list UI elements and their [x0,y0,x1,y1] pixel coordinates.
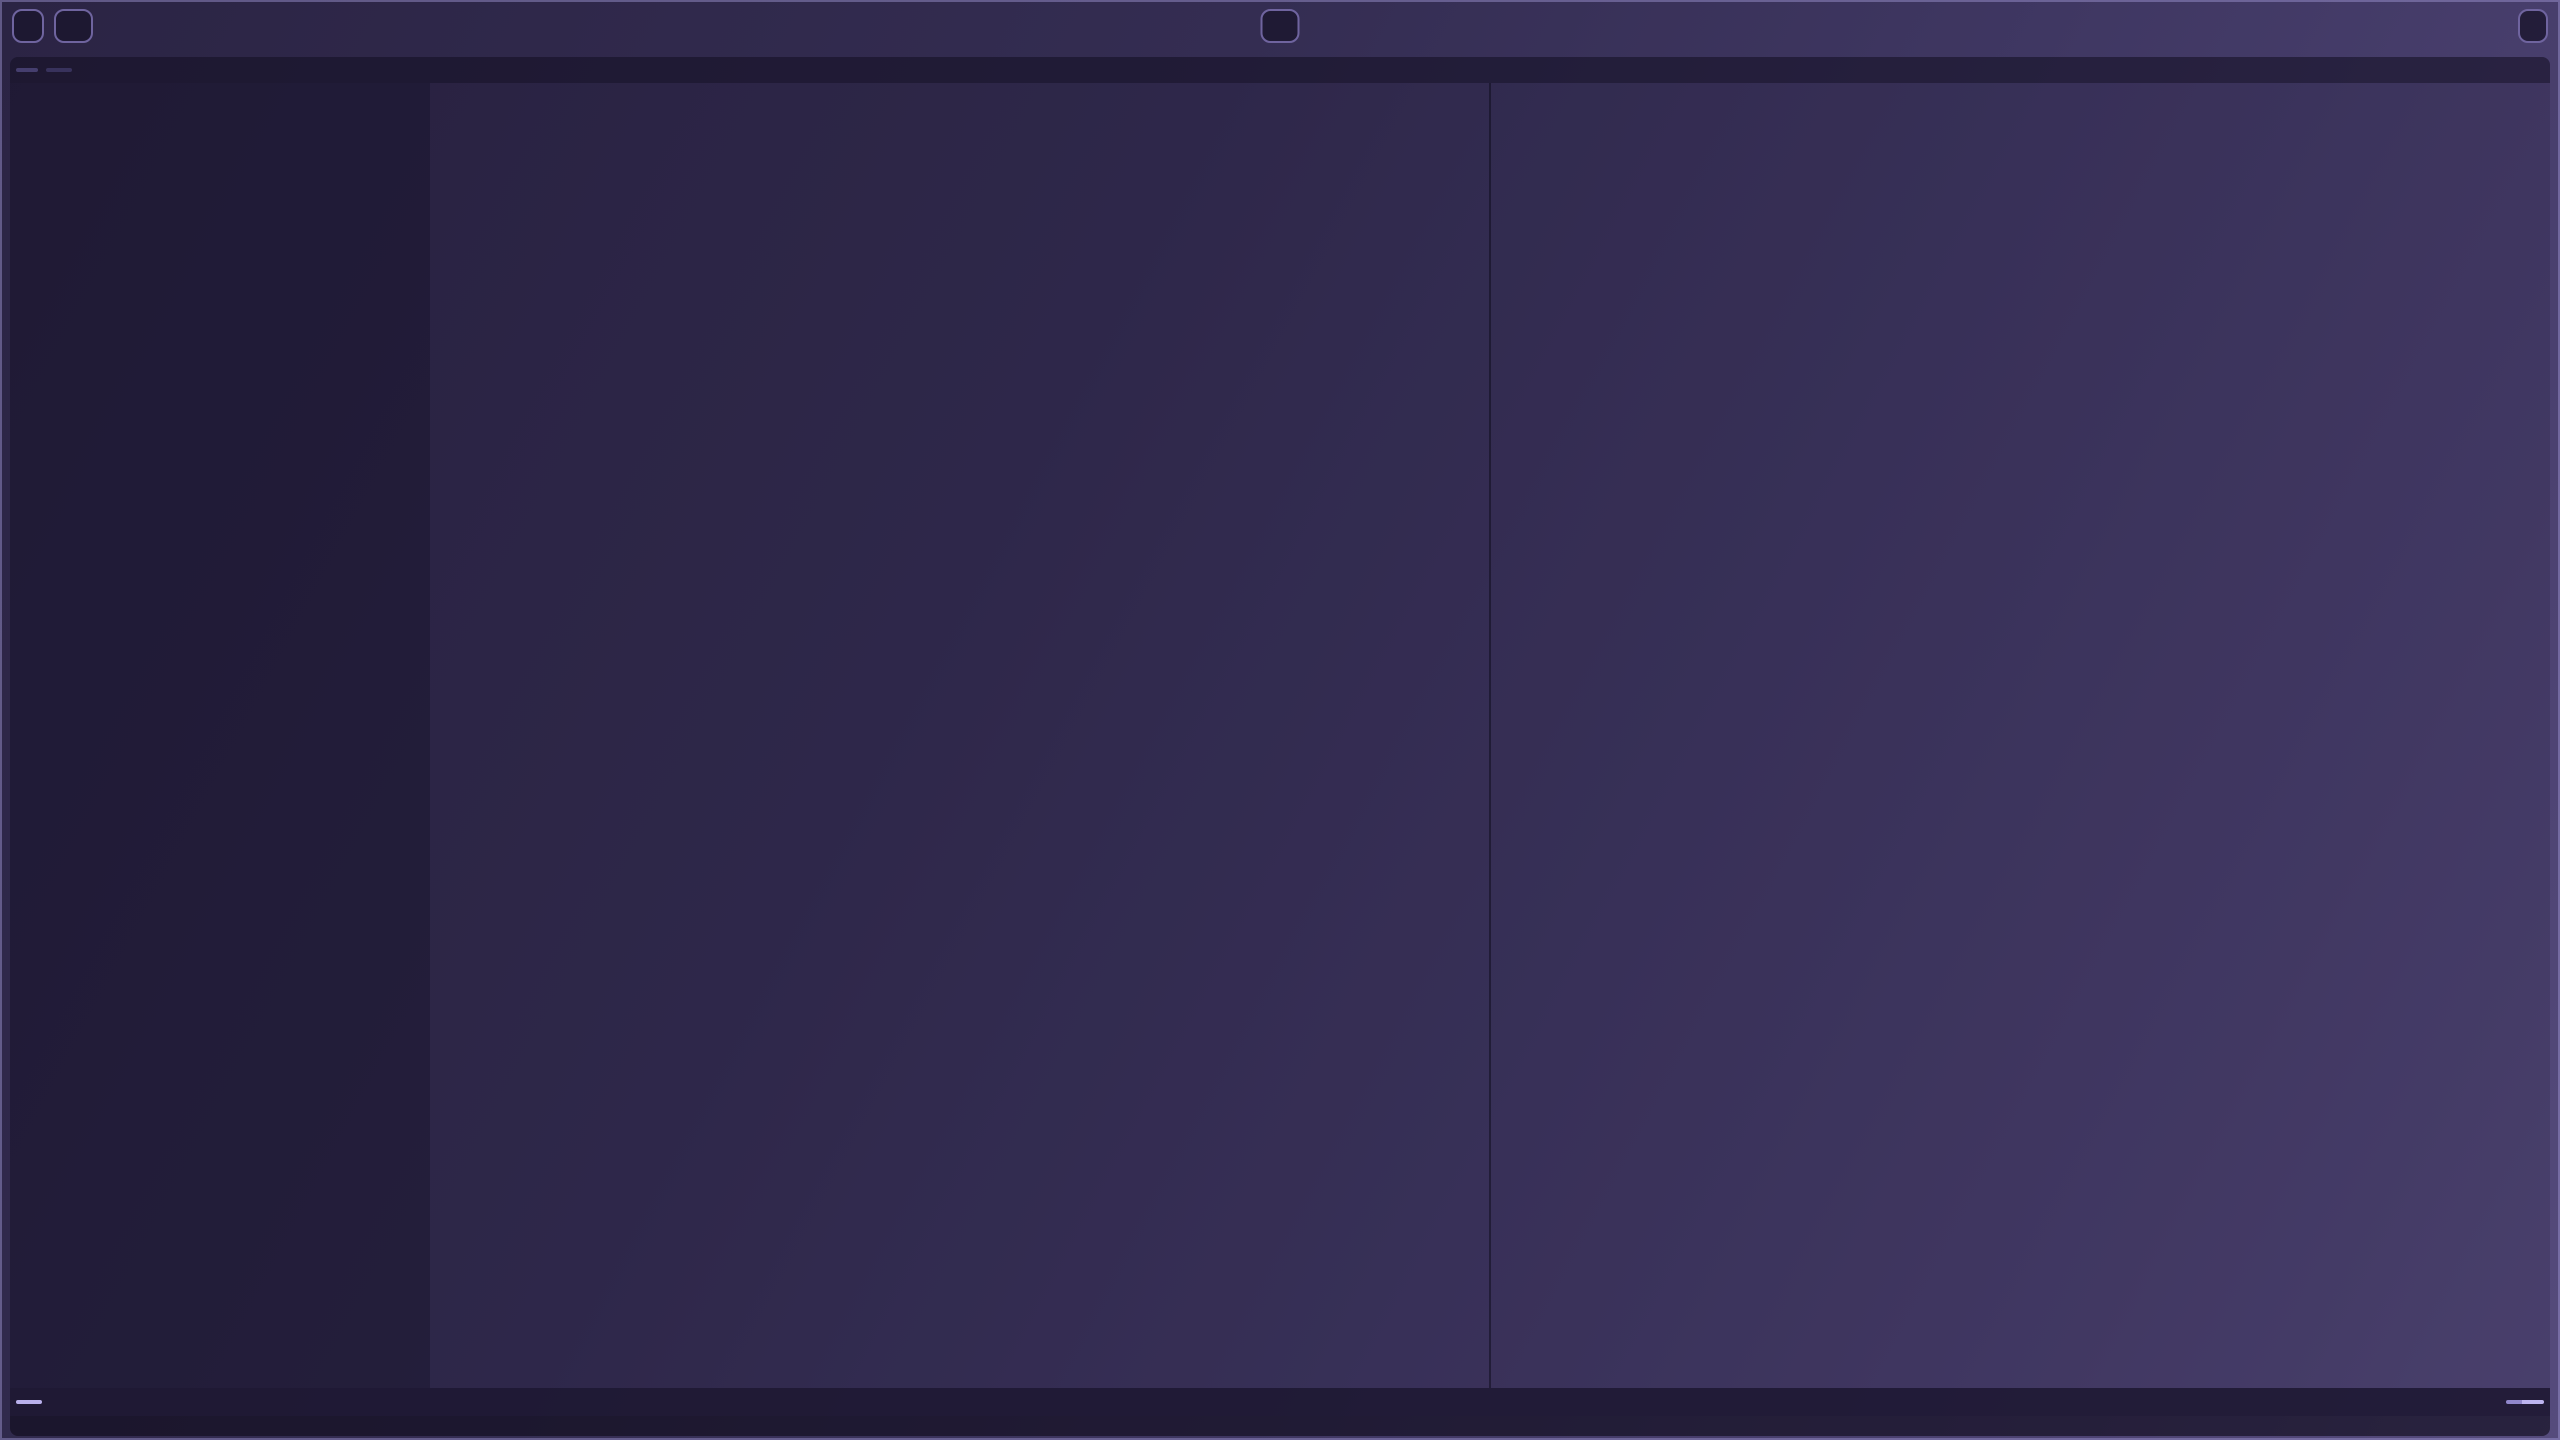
cursor-position [2522,1400,2544,1404]
tab-mappings-nix[interactable] [46,68,72,72]
statusline [10,1388,2550,1416]
music-widget[interactable] [1261,9,1300,43]
topbar-right [2510,9,2548,43]
tabline [10,57,2550,83]
neovim-logo-label [16,68,38,72]
focused-window [54,9,93,43]
file-tree [10,83,430,1388]
topbar [12,8,2548,44]
editor-main [10,83,2550,1388]
tray-icons [2518,9,2548,43]
editor-right-window [1491,83,2550,1388]
file-glyph-icon [2506,1400,2522,1404]
cmdline[interactable] [10,1416,2550,1436]
topbar-center [1261,9,1300,43]
workspace-list [12,9,44,43]
mode-indicator [16,1400,42,1404]
editor-left-window [430,83,1489,1388]
neovide-window [10,57,2550,1436]
topbar-left [12,9,93,43]
